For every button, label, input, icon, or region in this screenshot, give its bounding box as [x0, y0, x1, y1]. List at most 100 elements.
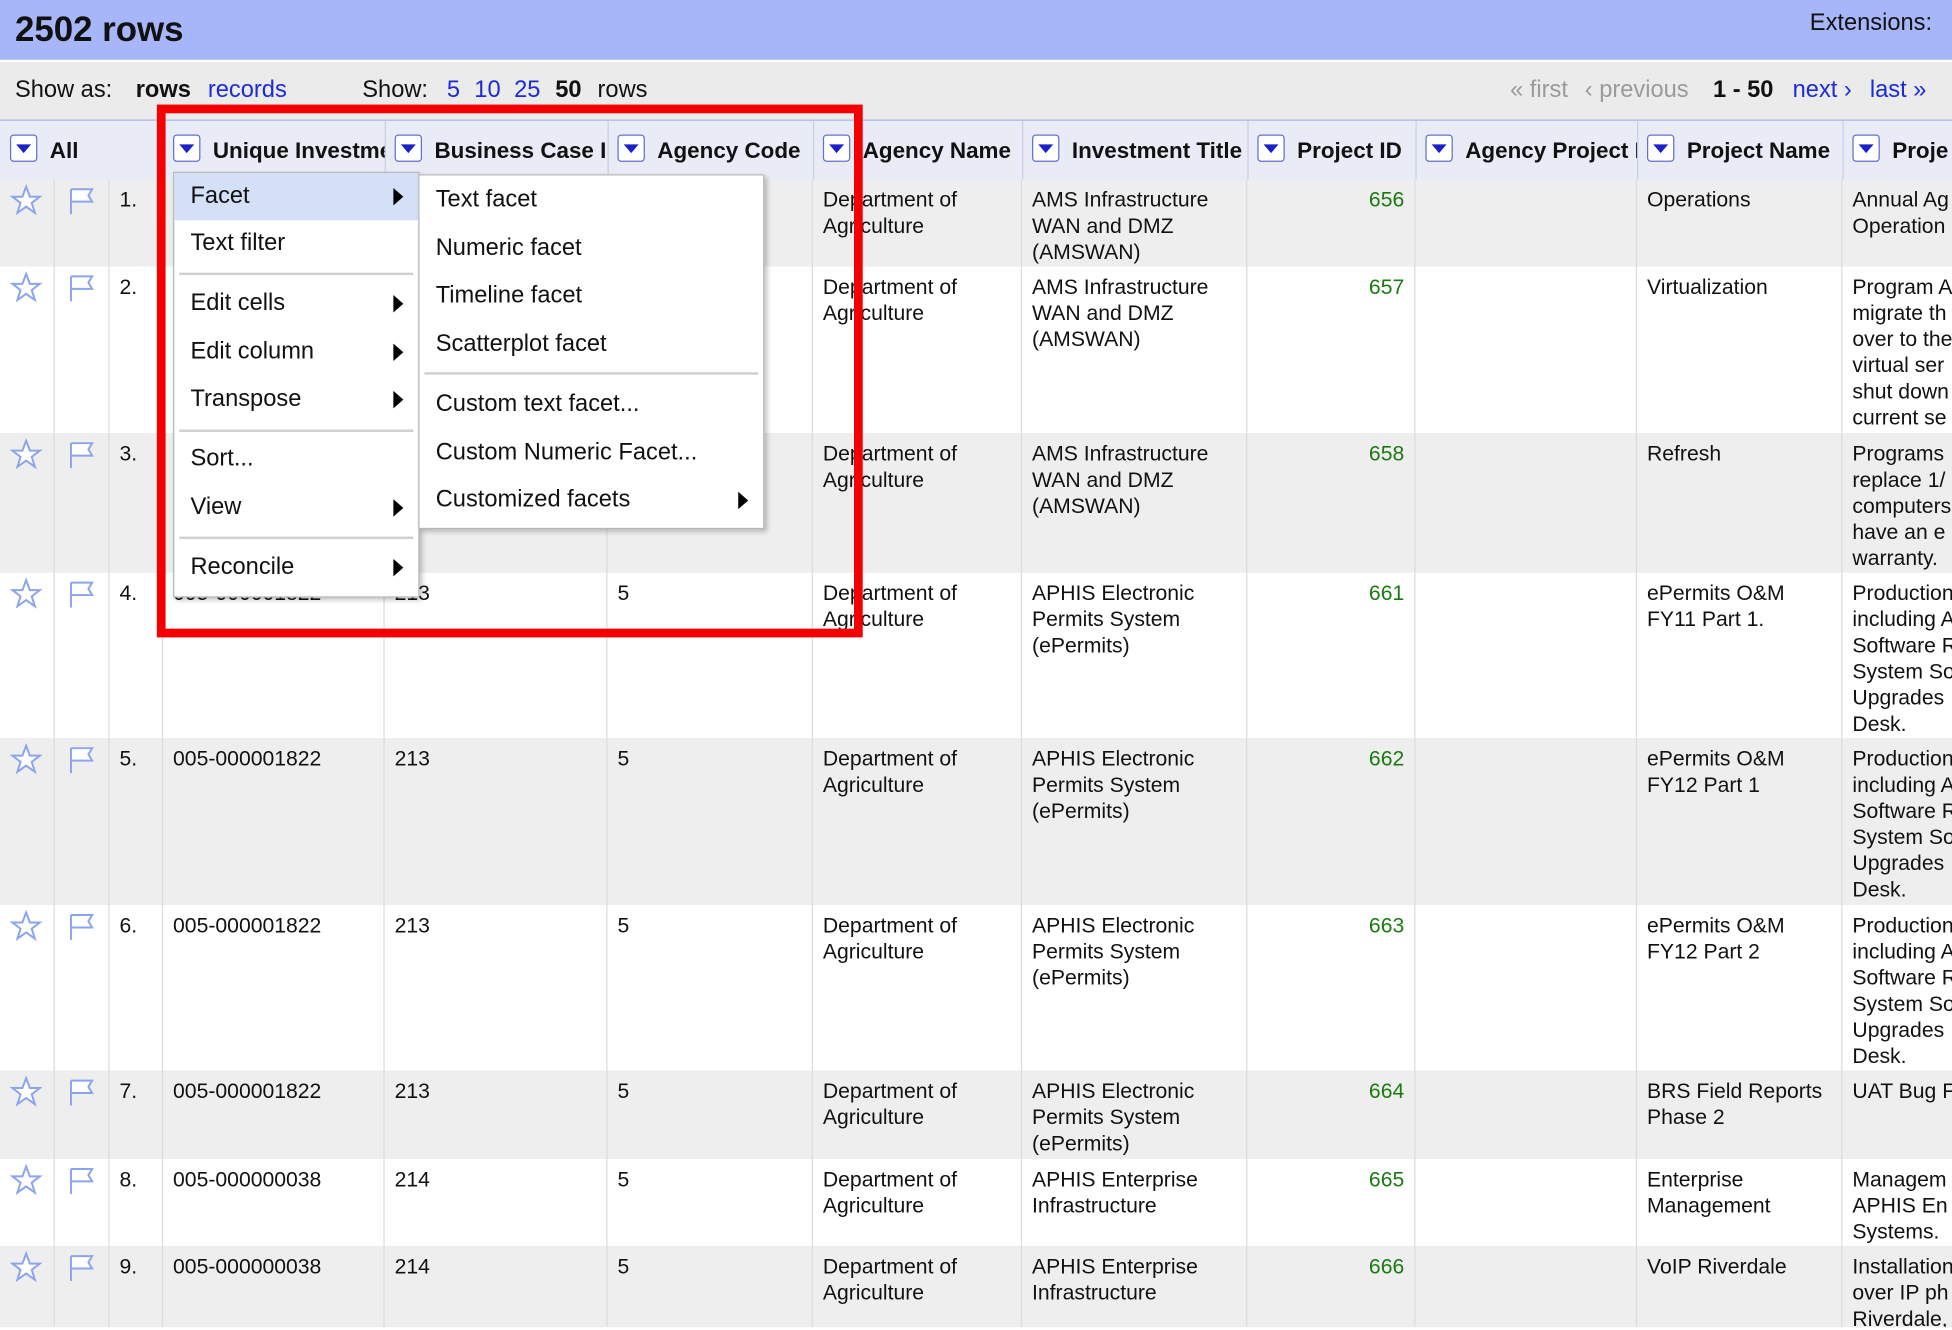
cell-ac: 5 [608, 1159, 813, 1247]
star-icon[interactable] [9, 437, 43, 477]
page-size-10[interactable]: 10 [474, 77, 500, 104]
next-page-link[interactable]: next › [1793, 77, 1852, 104]
cell-title: AMS Infrastructure WAN and DMZ (AMSWAN) [1022, 266, 1248, 434]
cell-apid [1415, 266, 1638, 434]
menu-item-text-filter[interactable]: Text filter [174, 220, 418, 267]
column-dropdown-icon[interactable] [394, 134, 423, 162]
column-dropdown-icon[interactable] [173, 134, 201, 162]
last-page-link[interactable]: last » [1870, 77, 1927, 104]
previous-page-link[interactable]: ‹ previous [1585, 77, 1689, 104]
flag-icon[interactable] [65, 438, 100, 477]
menu-item-view[interactable]: View [174, 484, 418, 531]
page-size-5[interactable]: 5 [447, 77, 460, 104]
star-icon[interactable] [9, 271, 43, 310]
star-icon[interactable] [9, 1163, 43, 1203]
cell-agency: Department of Agriculture [813, 1070, 1023, 1160]
star-icon[interactable] [9, 183, 43, 223]
row-number: 1. [110, 179, 164, 267]
cell-apid [1415, 1070, 1638, 1160]
cell-desc: Installation over IP ph Riverdale, [1842, 1246, 1952, 1327]
cell-pname: BRS Field Reports Phase 2 [1637, 1070, 1843, 1160]
star-icon[interactable] [9, 1250, 43, 1290]
column-header-label: All [49, 138, 79, 164]
flag-icon[interactable] [65, 1164, 100, 1203]
flag-cell [55, 179, 110, 267]
menu-item-edit-column[interactable]: Edit column [174, 329, 418, 376]
cell-bc: 213 [385, 1070, 608, 1160]
menu-item-transpose[interactable]: Transpose [174, 376, 418, 423]
submenu-item-timeline-facet[interactable]: Timeline facet [420, 273, 764, 320]
table-row: 8. 005-000000038 214 5 Department of Agricul… [0, 1159, 1952, 1248]
star-icon[interactable] [9, 742, 43, 782]
column-dropdown-icon[interactable] [1647, 134, 1675, 162]
menu-item-reconcile[interactable]: Reconcile [174, 544, 418, 591]
flag-icon[interactable] [65, 1076, 100, 1115]
cell-agency: Department of Agriculture [813, 738, 1023, 906]
cell-ac: 5 [608, 1070, 813, 1160]
flag-icon[interactable] [65, 271, 100, 310]
rows-mode[interactable]: rows [136, 77, 191, 104]
flag-icon[interactable] [65, 184, 100, 223]
column-header-4[interactable]: Agency Name [813, 120, 1024, 181]
row-number: 9. [110, 1246, 164, 1328]
column-header-0[interactable]: All [0, 120, 165, 181]
facet-submenu: Text facet Numeric facet Timeline facet Sca… [418, 174, 765, 530]
column-dropdown-icon[interactable] [1852, 134, 1880, 162]
submenu-item-text-facet[interactable]: Text facet [420, 177, 764, 224]
menu-item-label: Reconcile [190, 553, 295, 581]
star-cell [0, 433, 55, 573]
column-header-label: Project Name [1686, 138, 1831, 164]
cell-ac: 5 [608, 572, 813, 739]
submenu-item-scatterplot-facet[interactable]: Scatterplot facet [420, 321, 764, 368]
cell-agency: Department of Agriculture [813, 572, 1023, 739]
column-header-7[interactable]: Agency Project I [1415, 120, 1639, 181]
cell-ac: 5 [608, 1246, 813, 1328]
cell-desc: UAT Bug F [1842, 1071, 1952, 1159]
records-mode-link[interactable]: records [208, 77, 287, 104]
star-icon[interactable] [9, 909, 43, 949]
first-page-link[interactable]: « first [1510, 77, 1568, 104]
submenu-item-custom-text-facet[interactable]: Custom text facet... [420, 381, 764, 428]
cell-apid [1415, 433, 1638, 573]
cell-desc: Production including A Software R System… [1842, 905, 1952, 1071]
flag-icon[interactable] [65, 1251, 100, 1290]
menu-item-facet[interactable]: Facet [174, 173, 419, 221]
star-cell [0, 738, 55, 906]
menu-separator [179, 536, 414, 540]
cell-pid: 665 [1247, 1159, 1416, 1247]
column-dropdown-icon[interactable] [822, 134, 851, 162]
menu-item-label: Facet [190, 183, 250, 210]
star-icon[interactable] [9, 577, 43, 617]
submenu-item-custom-numeric-facet[interactable]: Custom Numeric Facet... [420, 429, 764, 476]
column-dropdown-icon[interactable] [1425, 134, 1453, 162]
column-header-6[interactable]: Project ID [1247, 120, 1417, 181]
submenu-item-label: Numeric facet [435, 235, 582, 262]
column-dropdown-icon[interactable] [1032, 134, 1060, 162]
flag-cell [55, 572, 110, 739]
flag-icon[interactable] [65, 910, 100, 949]
column-header-3[interactable]: Agency Code [608, 120, 815, 181]
table-row: 4.005-0000018222135Department of Agricul… [0, 572, 1952, 740]
column-dropdown-icon[interactable] [617, 134, 645, 162]
flag-icon[interactable] [65, 743, 100, 782]
column-header-9[interactable]: Proje [1842, 121, 1952, 181]
column-dropdown-icon[interactable] [1257, 134, 1285, 162]
row-number: 8. [110, 1159, 164, 1247]
menu-item-label: Text filter [190, 230, 286, 257]
flag-icon[interactable] [65, 578, 100, 617]
column-header-5[interactable]: Investment Title [1022, 120, 1249, 181]
column-dropdown-icon[interactable] [9, 134, 38, 162]
cell-agency: Department of Agriculture [813, 433, 1023, 573]
menu-item-edit-cells[interactable]: Edit cells [174, 280, 418, 327]
star-icon[interactable] [9, 1075, 43, 1115]
cell-pid: 656 [1247, 179, 1416, 267]
flag-cell [55, 1070, 110, 1160]
menu-item-sort[interactable]: Sort... [174, 436, 418, 483]
cell-title: AMS Infrastructure WAN and DMZ (AMSWAN) [1022, 179, 1248, 267]
page-size-25[interactable]: 25 [514, 77, 540, 104]
submenu-item-numeric-facet[interactable]: Numeric facet [420, 225, 764, 272]
submenu-item-customized-facets[interactable]: Customized facets [420, 477, 764, 524]
star-cell [0, 1246, 55, 1328]
column-header-8[interactable]: Project Name [1637, 120, 1844, 181]
star-cell [0, 572, 55, 739]
